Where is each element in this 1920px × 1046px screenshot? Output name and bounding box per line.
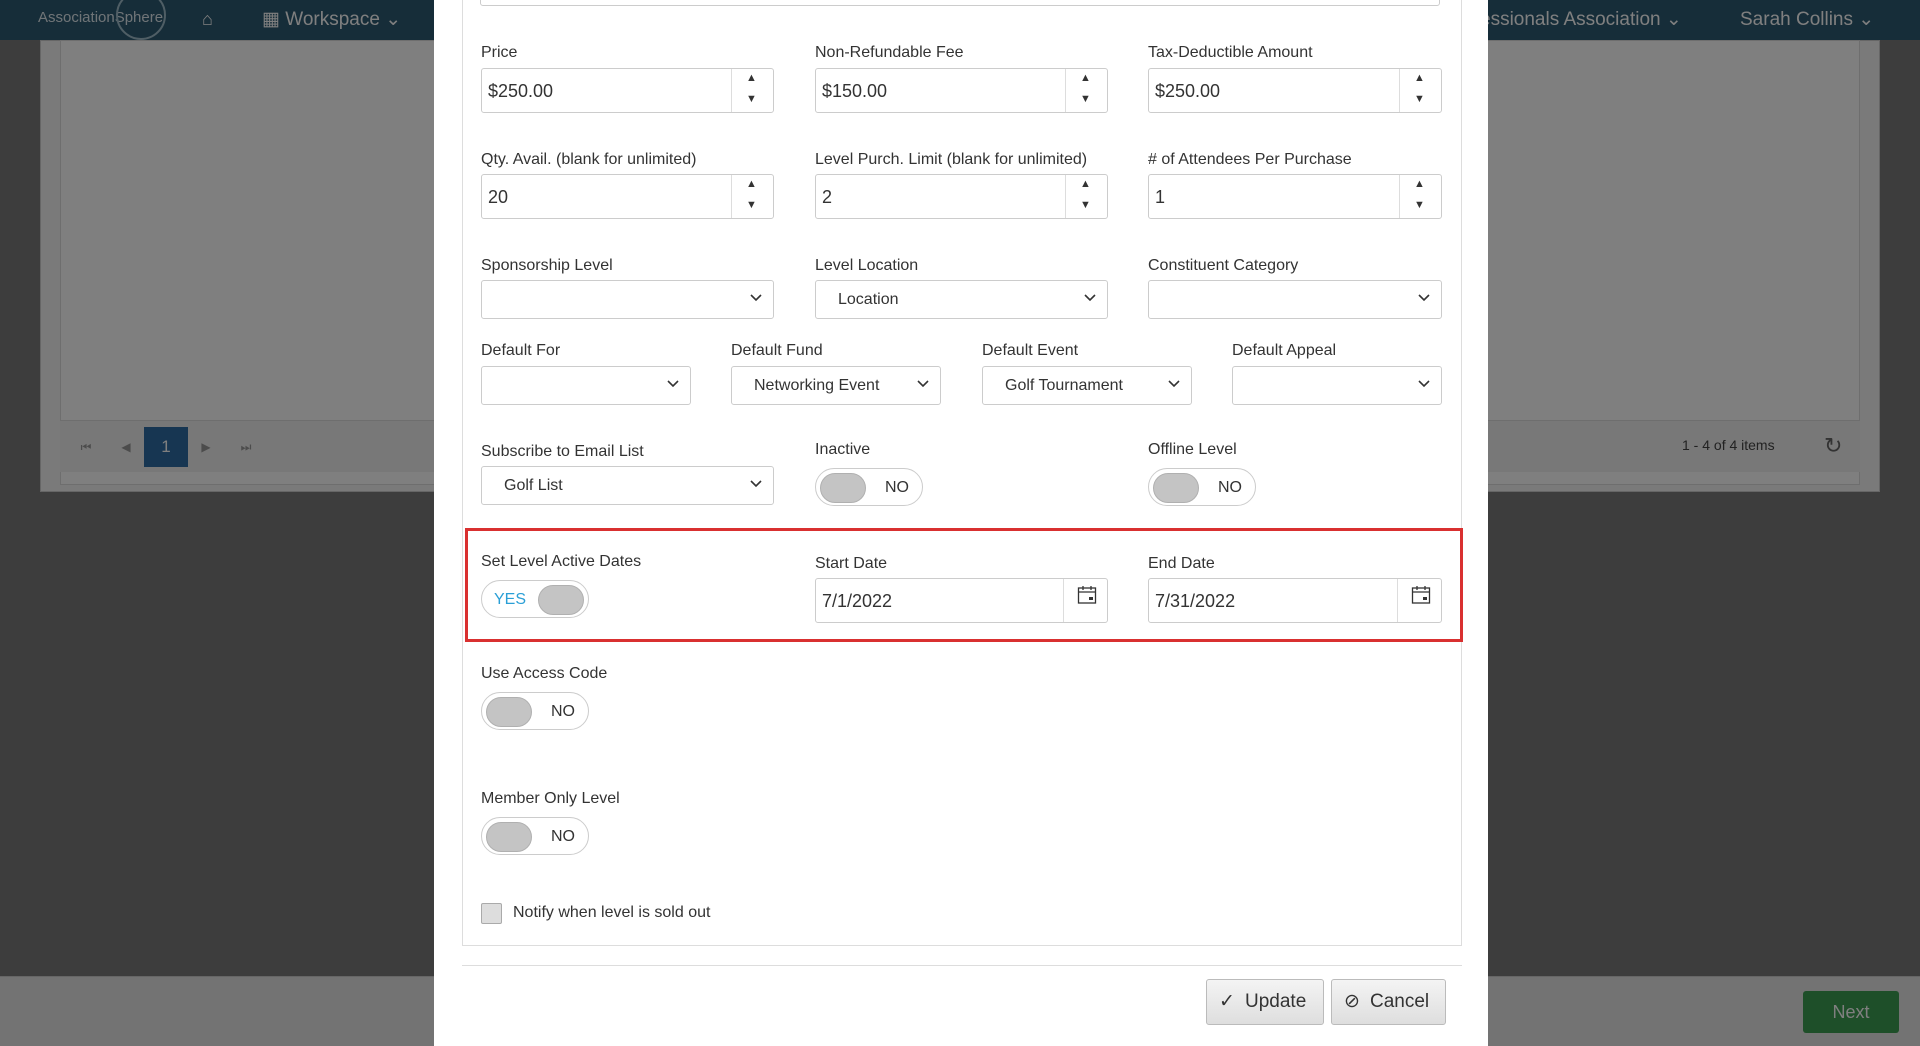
price-label: Price — [481, 44, 518, 61]
spin-up-icon[interactable]: ▲ — [1414, 72, 1425, 84]
offline-level-label: Offline Level — [1148, 441, 1237, 458]
limit-stepper[interactable]: ▲ ▼ — [1065, 175, 1107, 218]
update-button[interactable]: ✓ Update — [1206, 979, 1324, 1025]
default-event-label: Default Event — [982, 342, 1079, 359]
level-location-label: Level Location — [815, 257, 919, 274]
chevron-down-icon — [1418, 294, 1430, 302]
cancel-button[interactable]: ⊘ Cancel — [1331, 979, 1446, 1025]
access-code-label: Use Access Code — [481, 665, 608, 682]
member-only-label: Member Only Level — [481, 790, 620, 807]
purch-limit-label: Level Purch. Limit (blank for unlimited) — [815, 151, 1088, 168]
access-code-toggle[interactable]: NO — [481, 692, 589, 730]
tax-deductible-label: Tax-Deductible Amount — [1148, 44, 1313, 61]
default-for-select[interactable] — [481, 366, 691, 405]
price-input[interactable]: $250.00 ▲ ▼ — [481, 68, 774, 113]
default-fund-select[interactable]: Networking Event — [731, 366, 941, 405]
active-dates-toggle[interactable]: YES — [481, 580, 589, 618]
ban-icon: ⊘ — [1344, 991, 1360, 1012]
qty-stepper[interactable]: ▲ ▼ — [731, 175, 773, 218]
calendar-button[interactable] — [1397, 579, 1441, 622]
attendees-input[interactable]: 1 ▲ ▼ — [1148, 174, 1442, 219]
inactive-label: Inactive — [815, 441, 871, 458]
spin-down-icon[interactable]: ▼ — [746, 199, 757, 211]
toggle-knob — [1153, 473, 1199, 503]
notify-checkbox[interactable] — [481, 903, 502, 924]
email-list-select[interactable]: Golf List — [481, 466, 774, 505]
start-date-label: Start Date — [815, 555, 888, 572]
sponsorship-level-select[interactable] — [481, 280, 774, 319]
toggle-knob — [486, 822, 532, 852]
price-stepper[interactable]: ▲ ▼ — [731, 69, 773, 112]
qty-avail-input[interactable]: 20 ▲ ▼ — [481, 174, 774, 219]
default-appeal-label: Default Appeal — [1232, 342, 1337, 359]
active-dates-label: Set Level Active Dates — [481, 553, 642, 570]
spin-down-icon[interactable]: ▼ — [1080, 93, 1091, 105]
tax-deductible-input[interactable]: $250.00 ▲ ▼ — [1148, 68, 1442, 113]
calendar-icon — [1077, 586, 1097, 604]
check-icon: ✓ — [1219, 991, 1235, 1012]
toggle-knob — [486, 697, 532, 727]
top-field-partial[interactable] — [480, 0, 1440, 6]
toggle-knob — [820, 473, 866, 503]
spin-down-icon[interactable]: ▼ — [1414, 199, 1425, 211]
calendar-button[interactable] — [1063, 579, 1107, 622]
chevron-down-icon — [917, 380, 929, 388]
chevron-down-icon — [1168, 380, 1180, 388]
spin-up-icon[interactable]: ▲ — [746, 178, 757, 190]
spin-up-icon[interactable]: ▲ — [1414, 178, 1425, 190]
attendees-label: # of Attendees Per Purchase — [1148, 151, 1352, 168]
default-appeal-select[interactable] — [1232, 366, 1442, 405]
spin-down-icon[interactable]: ▼ — [746, 93, 757, 105]
email-list-label: Subscribe to Email List — [481, 443, 644, 460]
start-date-input[interactable]: 7/1/2022 — [815, 578, 1108, 623]
toggle-knob — [538, 585, 584, 615]
qty-avail-label: Qty. Avail. (blank for unlimited) — [481, 151, 697, 168]
end-date-input[interactable]: 7/31/2022 — [1148, 578, 1442, 623]
inactive-toggle[interactable]: NO — [815, 468, 923, 506]
non-refundable-fee-label: Non-Refundable Fee — [815, 44, 964, 61]
chevron-down-icon — [750, 294, 762, 302]
non-refundable-fee-input[interactable]: $150.00 ▲ ▼ — [815, 68, 1108, 113]
chevron-down-icon — [1418, 380, 1430, 388]
constituent-category-select[interactable] — [1148, 280, 1442, 319]
spin-up-icon[interactable]: ▲ — [1080, 178, 1091, 190]
footer-divider — [462, 965, 1462, 966]
fee-stepper[interactable]: ▲ ▼ — [1065, 69, 1107, 112]
spin-up-icon[interactable]: ▲ — [746, 72, 757, 84]
spin-down-icon[interactable]: ▼ — [1080, 199, 1091, 211]
offline-level-toggle[interactable]: NO — [1148, 468, 1256, 506]
tax-stepper[interactable]: ▲ ▼ — [1399, 69, 1441, 112]
sponsorship-level-label: Sponsorship Level — [481, 257, 613, 274]
chevron-down-icon — [667, 380, 679, 388]
attendees-stepper[interactable]: ▲ ▼ — [1399, 175, 1441, 218]
spin-up-icon[interactable]: ▲ — [1080, 72, 1091, 84]
default-event-select[interactable]: Golf Tournament — [982, 366, 1192, 405]
chevron-down-icon — [1084, 294, 1096, 302]
spin-down-icon[interactable]: ▼ — [1414, 93, 1425, 105]
default-fund-label: Default Fund — [731, 342, 823, 359]
notify-label: Notify when level is sold out — [513, 904, 711, 921]
end-date-label: End Date — [1148, 555, 1215, 572]
purch-limit-input[interactable]: 2 ▲ ▼ — [815, 174, 1108, 219]
default-for-label: Default For — [481, 342, 561, 359]
constituent-category-label: Constituent Category — [1148, 257, 1299, 274]
member-only-toggle[interactable]: NO — [481, 817, 589, 855]
level-location-select[interactable]: Location — [815, 280, 1108, 319]
calendar-icon — [1411, 586, 1431, 604]
chevron-down-icon — [750, 480, 762, 488]
